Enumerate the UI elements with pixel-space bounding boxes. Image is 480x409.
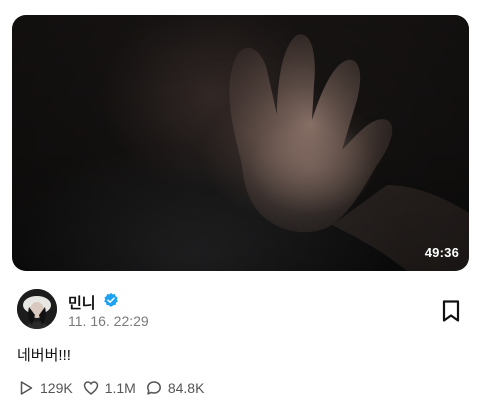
post-timestamp: 11. 16. 22:29: [68, 313, 149, 329]
avatar[interactable]: [17, 289, 57, 329]
likes-stat[interactable]: 1.1M: [83, 380, 136, 396]
author-name[interactable]: 민니: [68, 292, 96, 313]
bookmark-icon[interactable]: [440, 299, 462, 323]
post-stats: 129K 1.1M 84.8K: [18, 379, 214, 397]
heart-outline-icon: [83, 381, 98, 395]
post-text: 네버버!!!: [17, 347, 71, 364]
avatar-image: [17, 289, 57, 329]
plays-stat[interactable]: 129K: [18, 380, 73, 396]
plays-count: 129K: [40, 380, 73, 396]
comment-bubble-icon: [146, 381, 161, 395]
video-player[interactable]: 49:36: [12, 15, 469, 271]
verified-badge-icon: [104, 293, 118, 307]
comments-stat[interactable]: 84.8K: [146, 380, 205, 396]
video-vignette: [12, 15, 469, 271]
video-duration: 49:36: [424, 245, 459, 260]
play-outline-icon: [20, 381, 33, 395]
comments-count: 84.8K: [167, 380, 205, 396]
likes-count: 1.1M: [104, 380, 136, 396]
